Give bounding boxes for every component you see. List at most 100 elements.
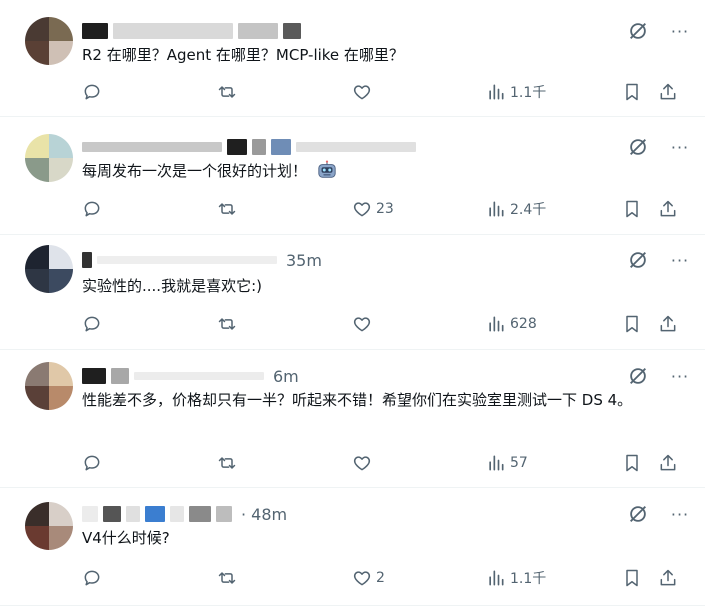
share-button[interactable] — [658, 80, 682, 104]
views-button[interactable]: 57 — [486, 451, 528, 475]
avatar[interactable] — [25, 502, 73, 550]
display-name-redacted[interactable] — [82, 142, 222, 152]
share-button[interactable] — [658, 566, 682, 590]
like-icon — [353, 456, 371, 471]
tweet-2[interactable]: ··· 每周发布一次是一个很好的计划！ 23 2.4千 — [0, 117, 705, 235]
tweet-header: 6m — [82, 365, 299, 387]
bookmark-icon — [626, 569, 638, 587]
reply-icon — [84, 201, 100, 217]
tweet-text: V4什么时候? — [82, 529, 170, 547]
grok-icon[interactable] — [627, 503, 649, 525]
bookmark-button[interactable] — [622, 312, 646, 336]
avatar[interactable] — [25, 134, 73, 182]
avatar[interactable] — [25, 362, 73, 410]
display-name-redacted[interactable] — [82, 23, 108, 39]
reply-button[interactable] — [82, 451, 106, 475]
views-icon — [489, 455, 504, 471]
views-button[interactable]: 2.4千 — [486, 197, 546, 221]
views-button[interactable]: 628 — [486, 312, 537, 336]
more-icon[interactable]: ··· — [669, 249, 691, 271]
handle-redacted[interactable] — [113, 23, 233, 39]
like-button[interactable] — [352, 312, 376, 336]
handle-redacted[interactable] — [97, 256, 277, 264]
bookmark-button[interactable] — [622, 80, 646, 104]
share-icon — [660, 83, 676, 100]
views-button[interactable]: 1.1千 — [486, 80, 546, 104]
handle-redacted — [283, 23, 301, 39]
reply-button[interactable] — [82, 197, 106, 221]
handle-redacted — [238, 23, 278, 39]
robot-emoji-icon — [318, 160, 336, 178]
tweet-5[interactable]: · 48m ··· V4什么时候? 2 1.1千 — [0, 488, 705, 606]
handle-redacted[interactable] — [189, 506, 211, 522]
retweet-icon — [218, 86, 236, 98]
retweet-button[interactable] — [217, 80, 241, 104]
grok-icon[interactable] — [627, 136, 649, 158]
bookmark-button[interactable] — [622, 197, 646, 221]
avatar[interactable] — [25, 245, 73, 293]
retweet-button[interactable] — [217, 197, 241, 221]
like-button[interactable] — [352, 80, 376, 104]
retweet-button[interactable] — [217, 451, 241, 475]
like-count: 2 — [376, 570, 385, 586]
handle-redacted[interactable] — [296, 142, 416, 152]
retweet-button[interactable] — [217, 312, 241, 336]
display-name-redacted — [103, 506, 121, 522]
views-icon — [489, 570, 504, 586]
tweet-3[interactable]: 35m ··· 实验性的....我就是喜欢它:) 628 — [0, 235, 705, 350]
tweet-actions: 2 1.1千 — [78, 566, 686, 590]
retweet-icon — [218, 457, 236, 469]
like-button[interactable]: 2 — [352, 566, 385, 590]
share-icon — [660, 200, 676, 217]
display-name-redacted — [126, 506, 140, 522]
more-icon[interactable]: ··· — [669, 136, 691, 158]
tweet-1[interactable]: ··· R2 在哪里？Agent 在哪里？MCP-like 在哪里？ 1.1千 — [0, 0, 705, 117]
views-icon — [489, 84, 504, 100]
bookmark-icon — [626, 200, 638, 218]
tweet-header: 35m — [82, 249, 322, 271]
avatar[interactable] — [25, 17, 73, 65]
share-icon — [660, 569, 676, 586]
display-name-redacted[interactable] — [82, 506, 98, 522]
tweet-header: · 48m — [82, 503, 287, 525]
reply-feed: ··· R2 在哪里？Agent 在哪里？MCP-like 在哪里？ 1.1千 — [0, 0, 705, 614]
handle-redacted — [170, 506, 184, 522]
like-button[interactable]: 23 — [352, 197, 394, 221]
grok-icon[interactable] — [627, 365, 649, 387]
tweet-4[interactable]: 6m ··· 性能差不多，价格却只有一半？听起来不错！希望你们在实验室里测试一下… — [0, 350, 705, 488]
tweet-text-content: 每周发布一次是一个很好的计划！ — [82, 162, 308, 180]
handle-redacted — [145, 506, 165, 522]
tweet-text: 每周发布一次是一个很好的计划！ — [82, 160, 685, 182]
more-icon[interactable]: ··· — [669, 365, 691, 387]
display-name-redacted[interactable] — [82, 252, 92, 268]
views-button[interactable]: 1.1千 — [486, 566, 546, 590]
tweet-actions: 57 — [78, 451, 686, 475]
reply-icon — [84, 316, 100, 332]
tweet-time[interactable]: · 48m — [241, 505, 287, 524]
reply-button[interactable] — [82, 566, 106, 590]
tweet-header — [82, 20, 310, 42]
reply-button[interactable] — [82, 80, 106, 104]
tweet-actions: 1.1千 — [78, 80, 686, 104]
grok-icon[interactable] — [627, 249, 649, 271]
handle-redacted — [252, 139, 266, 155]
bookmark-button[interactable] — [622, 451, 646, 475]
share-button[interactable] — [658, 312, 682, 336]
tweet-time[interactable]: 35m — [286, 251, 322, 270]
handle-redacted — [271, 139, 291, 155]
retweet-button[interactable] — [217, 566, 241, 590]
tweet-actions: 23 2.4千 — [78, 197, 686, 221]
bookmark-button[interactable] — [622, 566, 646, 590]
tweet-time[interactable]: 6m — [273, 367, 299, 386]
display-name-redacted[interactable] — [82, 368, 106, 384]
more-icon[interactable]: ··· — [669, 20, 691, 42]
reply-button[interactable] — [82, 312, 106, 336]
like-button[interactable] — [352, 451, 376, 475]
share-icon — [660, 315, 676, 332]
grok-icon[interactable] — [627, 20, 649, 42]
tweet-text: 性能差不多，价格却只有一半？听起来不错！希望你们在实验室里测试一下 DS 4。 — [82, 391, 633, 409]
more-icon[interactable]: ··· — [669, 503, 691, 525]
share-button[interactable] — [658, 197, 682, 221]
handle-redacted[interactable] — [134, 372, 264, 380]
share-button[interactable] — [658, 451, 682, 475]
